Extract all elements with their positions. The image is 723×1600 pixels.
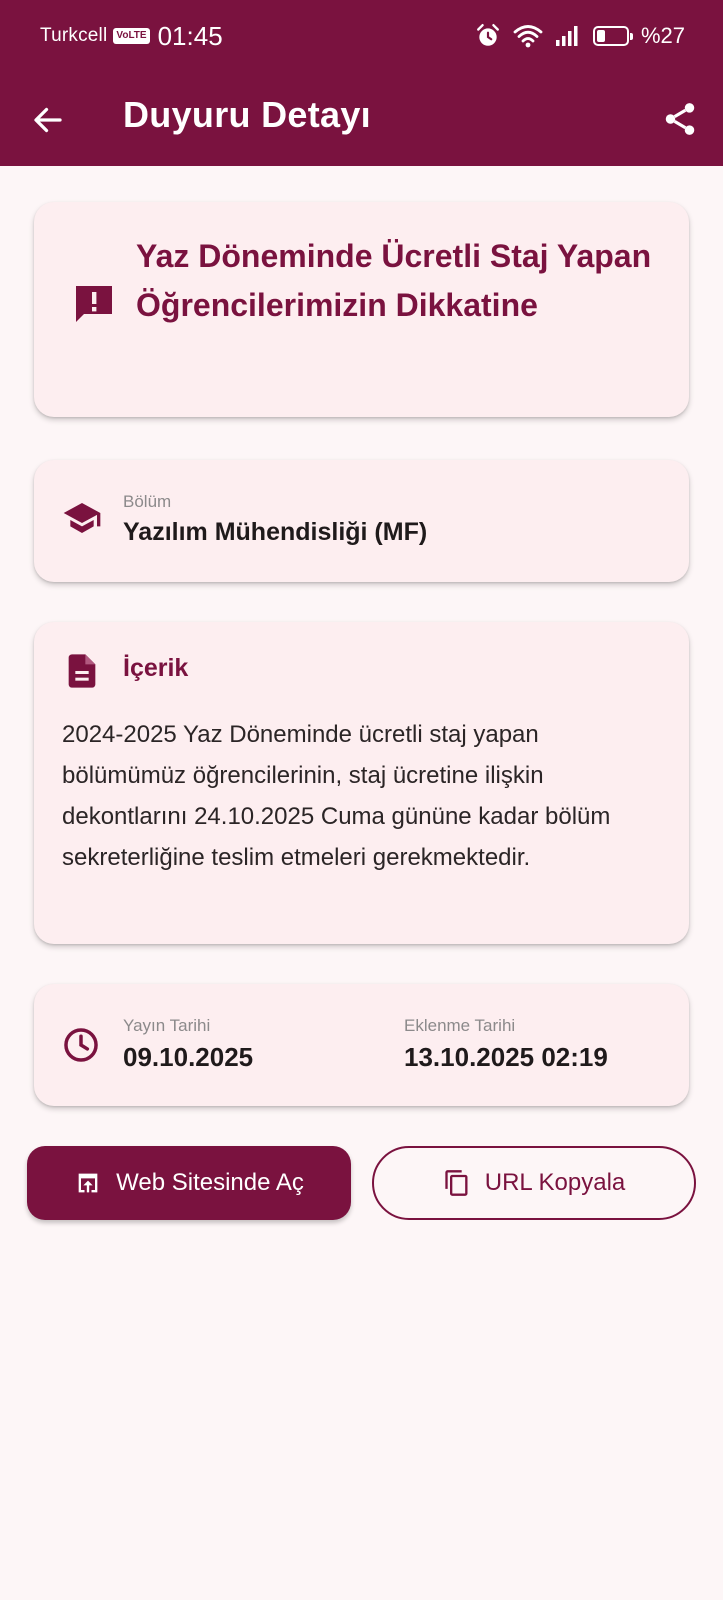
open-website-button[interactable]: Web Sitesinde Aç [27, 1146, 351, 1220]
status-bar: Turkcell VoLTE 01:45 %27 [0, 0, 723, 72]
volte-badge: VoLTE [113, 28, 150, 44]
wifi-icon [513, 25, 543, 48]
battery-percent: %27 [640, 23, 685, 48]
open-website-label: Web Sitesinde Aç [116, 1169, 304, 1196]
signal-icon [555, 26, 578, 46]
alarm-icon [477, 23, 499, 46]
carrier-name: Turkcell [40, 25, 108, 46]
announcement-title: Yaz Döneminde Ücretli Staj Yapan Öğrenci… [136, 238, 652, 323]
department-card: Bölüm Yazılım Mühendisliği (MF) [34, 460, 689, 582]
arrow-left-icon[interactable] [30, 102, 66, 138]
top-bar: Turkcell VoLTE 01:45 %27 Duyuru Detayı [0, 0, 723, 166]
content-card: İçerik 2024-2025 Yaz Döneminde ücretli s… [34, 622, 689, 944]
added-value: 13.10.2025 02:19 [404, 1042, 608, 1072]
content-heading: İçerik [123, 654, 189, 682]
battery-icon [592, 26, 633, 46]
announcement-title-card: Yaz Döneminde Ücretli Staj Yapan Öğrenci… [34, 202, 689, 417]
page-title: Duyuru Detayı [123, 94, 371, 135]
copy-url-button[interactable]: URL Kopyala [372, 1146, 696, 1220]
copy-url-label: URL Kopyala [484, 1169, 626, 1196]
announcement-icon [76, 286, 112, 322]
status-right: %27 [475, 23, 685, 49]
share-icon[interactable] [661, 100, 699, 138]
department-value: Yazılım Mühendisliği (MF) [123, 518, 428, 546]
open-in-browser-icon [78, 1173, 98, 1193]
department-label: Bölüm [123, 492, 172, 511]
published-value: 09.10.2025 [123, 1042, 254, 1072]
graduation-cap-icon [63, 503, 101, 533]
document-icon [68, 654, 96, 688]
dates-card: Yayın Tarihi 09.10.2025 Eklenme Tarihi 1… [34, 984, 689, 1106]
status-time: 01:45 [157, 20, 223, 51]
app-bar: Duyuru Detayı [0, 72, 723, 166]
status-left: Turkcell VoLTE 01:45 [40, 21, 223, 52]
battery-level [596, 30, 605, 42]
copy-icon [445, 1170, 468, 1196]
published-label: Yayın Tarihi [123, 1016, 211, 1035]
added-label: Eklenme Tarihi [404, 1016, 516, 1035]
clock-icon [64, 1028, 98, 1062]
content-body: 2024-2025 Yaz Döneminde ücretli staj yap… [62, 721, 611, 871]
